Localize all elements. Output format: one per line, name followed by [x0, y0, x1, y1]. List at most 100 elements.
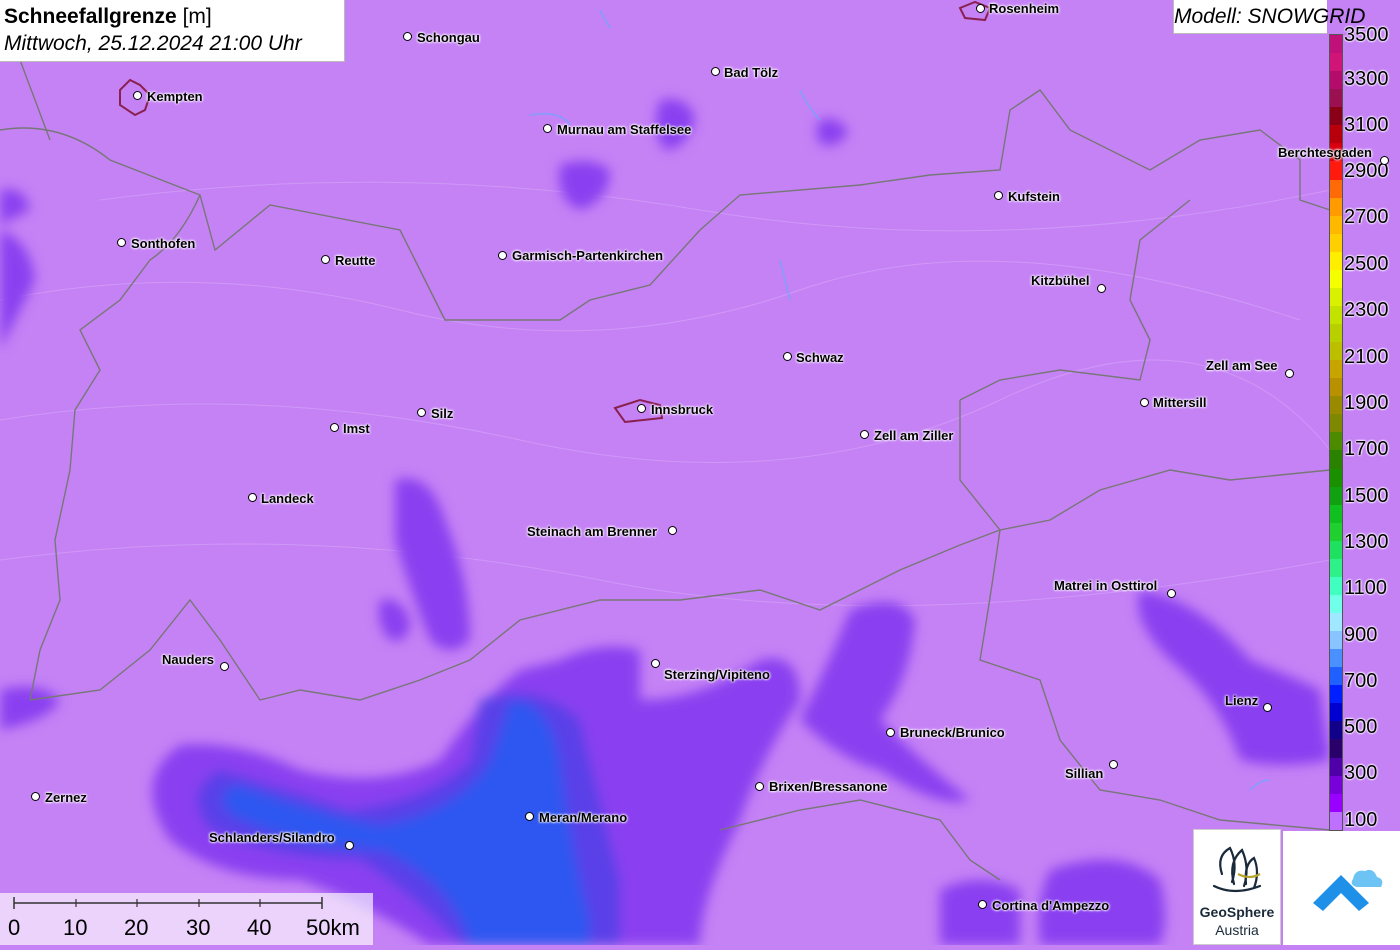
geosphere-logo[interactable]: GeoSphere Austria [1193, 829, 1281, 945]
scale-bar: 0 10 20 30 40 50km [0, 893, 373, 945]
city-marker[interactable] [976, 4, 985, 13]
city-marker[interactable] [31, 792, 40, 801]
colorbar-cell [1330, 432, 1342, 451]
city-label: Kempten [147, 89, 203, 104]
city-label: Sillian [1065, 766, 1104, 781]
city-marker[interactable] [711, 67, 720, 76]
legend-label-3300: 3300 [1344, 68, 1389, 90]
city-marker[interactable] [133, 91, 142, 100]
city-marker[interactable] [525, 812, 534, 821]
city-label: Kitzbühel [1031, 273, 1090, 288]
legend-label-500: 500 [1344, 716, 1378, 738]
colorbar-cell [1330, 161, 1342, 180]
geosphere-sub: Austria [1215, 922, 1259, 938]
city-label: Zell am Ziller [874, 428, 954, 443]
city-marker[interactable] [248, 493, 257, 502]
city-label: Berchtesgaden [1278, 145, 1372, 160]
model-label: Modell: SNOWGRID [1173, 0, 1365, 34]
city-marker[interactable] [1167, 589, 1176, 598]
map-canvas[interactable] [0, 0, 1400, 945]
city-marker[interactable] [1097, 284, 1106, 293]
city-label: Zernez [45, 790, 87, 805]
scale-label-20: 20 [124, 915, 149, 940]
colorbar-cell [1330, 233, 1342, 252]
scale-label-50km: 50km [306, 915, 360, 940]
city-marker[interactable] [978, 900, 987, 909]
legend-label-300: 300 [1344, 762, 1378, 784]
colorbar-cell [1330, 35, 1342, 54]
colorbar-cell [1330, 378, 1342, 397]
colorbar-cell [1330, 739, 1342, 758]
city-label: Lienz [1225, 693, 1259, 708]
colorbar-cell [1330, 576, 1342, 595]
city-marker[interactable] [220, 662, 229, 671]
city-marker[interactable] [651, 659, 660, 668]
city-marker[interactable] [886, 728, 895, 737]
colorbar-cell [1330, 667, 1342, 686]
city-marker[interactable] [417, 408, 426, 417]
city-label: Innsbruck [651, 402, 714, 417]
colorbar-cell [1330, 594, 1342, 613]
city-label: Cortina d'Ampezzo [992, 898, 1110, 913]
colorbar-cell [1330, 215, 1342, 234]
city-label: Garmisch-Partenkirchen [512, 248, 664, 263]
title-unit: [m] [182, 5, 212, 28]
colorbar-cell [1330, 522, 1342, 541]
legend-label-2700: 2700 [1344, 206, 1389, 228]
city-label: Schongau [417, 30, 480, 45]
city-marker[interactable] [345, 841, 354, 850]
colorbar-cell [1330, 179, 1342, 198]
city-marker[interactable] [994, 191, 1003, 200]
city-marker[interactable] [1285, 369, 1294, 378]
colorbar-cell [1330, 631, 1342, 650]
legend-label-900: 900 [1344, 624, 1378, 646]
colorbar-cell [1330, 649, 1342, 668]
city-label: Sonthofen [131, 236, 196, 251]
city-marker[interactable] [1263, 703, 1272, 712]
city-label: Rosenheim [989, 1, 1060, 16]
colorbar-cell [1330, 71, 1342, 90]
legend-label-100: 100 [1344, 809, 1378, 831]
city-marker[interactable] [1109, 760, 1118, 769]
colorbar-cell [1330, 811, 1342, 830]
colorbar-cell [1330, 396, 1342, 415]
legend-label-1900: 1900 [1344, 392, 1389, 414]
colorbar-cell [1330, 269, 1342, 288]
city-marker[interactable] [1380, 156, 1389, 165]
city-marker[interactable] [330, 423, 339, 432]
legend-label-1500: 1500 [1344, 485, 1389, 507]
scale-label-10: 10 [63, 915, 88, 940]
city-marker[interactable] [755, 782, 764, 791]
city-label: Landeck [261, 491, 314, 506]
colorbar-cell [1330, 793, 1342, 812]
colorbar-cell [1330, 486, 1342, 505]
city-marker[interactable] [1140, 398, 1149, 407]
colorbar-cell [1330, 342, 1342, 361]
legend-label-1300: 1300 [1344, 531, 1389, 553]
colorbar-cell [1330, 287, 1342, 306]
city-label: Kufstein [1008, 189, 1060, 204]
colorbar-cell [1330, 504, 1342, 523]
city-marker[interactable] [668, 526, 677, 535]
city-marker[interactable] [498, 251, 507, 260]
city-marker[interactable] [403, 32, 412, 41]
city-label: Meran/Merano [539, 810, 628, 825]
city-label: Sterzing/Vipiteno [664, 667, 770, 682]
city-label: Schwaz [796, 350, 844, 365]
mountain-cloud-icon [1313, 869, 1383, 911]
city-marker[interactable] [637, 404, 646, 413]
city-marker[interactable] [321, 255, 330, 264]
colorbar-cell [1330, 360, 1342, 379]
city-marker[interactable] [783, 352, 792, 361]
title-box: Schneefallgrenze [m] Mittwoch, 25.12.202… [0, 0, 345, 62]
colorbar-cell [1330, 721, 1342, 740]
colorbar-cell [1330, 775, 1342, 794]
city-label: Imst [343, 421, 370, 436]
legend-label-1100: 1100 [1344, 577, 1388, 599]
city-marker[interactable] [860, 430, 869, 439]
colorbar-cell [1330, 251, 1342, 270]
legend-label-3100: 3100 [1344, 114, 1389, 136]
city-marker[interactable] [117, 238, 126, 247]
app-logo[interactable] [1283, 831, 1400, 945]
city-marker[interactable] [543, 124, 552, 133]
